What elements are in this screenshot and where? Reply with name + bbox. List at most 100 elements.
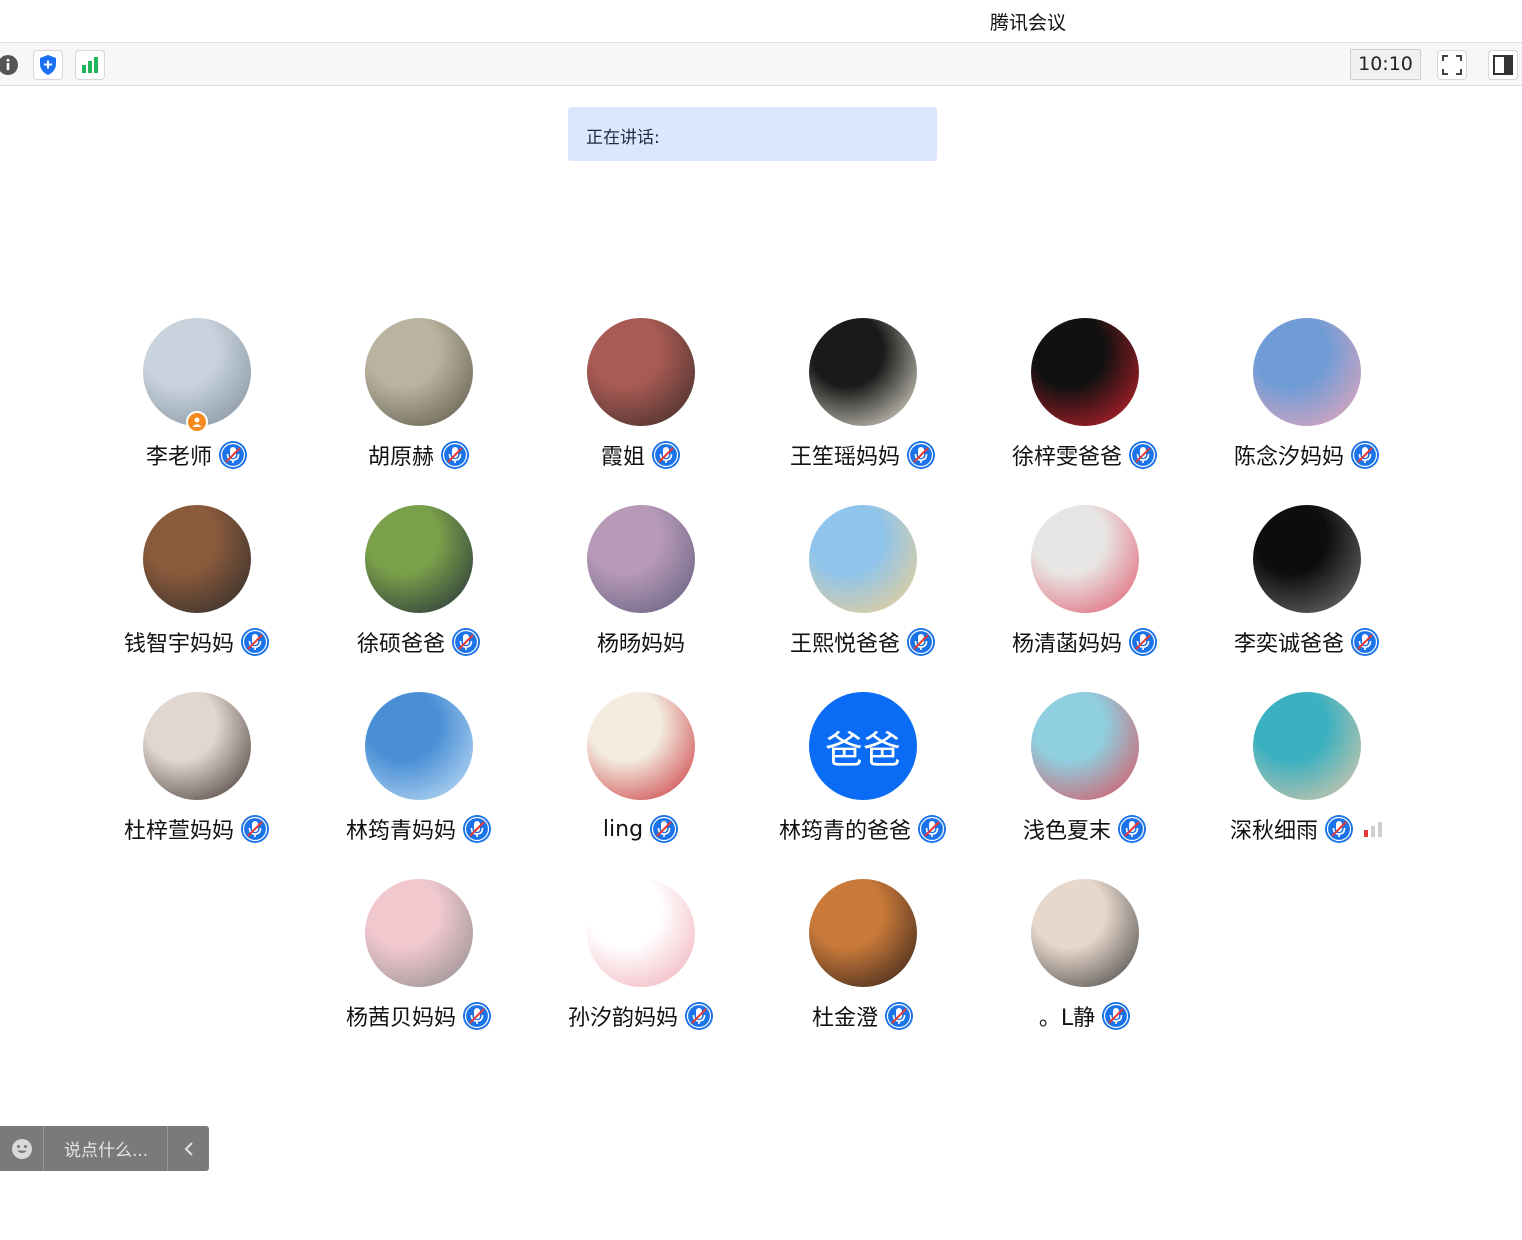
participant-grid: 李老师 胡原赫 霞姐 王笙瑶妈妈 徐梓雯爸爸 陈念汐妈妈 钱智宇妈妈 徐硕爸爸 … — [0, 0, 1522, 1240]
participant-name-row: 徐梓雯爸爸 — [974, 438, 1196, 472]
participant-name: 胡原赫 — [367, 445, 434, 470]
participant-name: 林筠青妈妈 — [345, 819, 456, 844]
mic-muted-icon — [1324, 814, 1354, 844]
avatar — [587, 879, 695, 987]
avatar — [1253, 318, 1361, 426]
avatar — [1031, 505, 1139, 613]
participant-name-row: 霞姐 — [530, 438, 752, 472]
participant-name: 。L静 — [1038, 1006, 1096, 1031]
participant-name-row: 杨清菡妈妈 — [974, 625, 1196, 659]
participant-tile[interactable]: 杜梓萱妈妈 — [86, 692, 308, 862]
participant-tile[interactable]: 林筠青妈妈 — [308, 692, 530, 862]
participant-tile[interactable]: 陈念汐妈妈 — [1196, 318, 1418, 488]
participant-name: 杜金澄 — [811, 1006, 878, 1031]
participant-name-row: 钱智宇妈妈 — [86, 625, 308, 659]
participant-name: 王笙瑶妈妈 — [789, 445, 900, 470]
host-icon — [186, 411, 208, 433]
mic-muted-icon — [649, 814, 679, 844]
participant-name: 杨旸妈妈 — [596, 632, 685, 657]
participant-name-row: 徐硕爸爸 — [308, 625, 530, 659]
participant-name: 徐梓雯爸爸 — [1011, 445, 1122, 470]
participant-tile[interactable]: 孙汐韵妈妈 — [530, 879, 752, 1049]
participant-tile[interactable]: 深秋细雨 — [1196, 692, 1418, 862]
mic-muted-icon — [651, 440, 681, 470]
avatar — [809, 505, 917, 613]
participant-tile[interactable]: 。L静 — [974, 879, 1196, 1049]
avatar: 爸爸 — [809, 692, 917, 800]
participant-name: 李奕诚爸爸 — [1233, 632, 1344, 657]
mic-muted-icon — [906, 440, 936, 470]
avatar — [809, 879, 917, 987]
mic-muted-icon — [884, 1001, 914, 1031]
participant-tile[interactable]: 杨清菡妈妈 — [974, 505, 1196, 675]
participant-name-row: 杨旸妈妈 — [530, 625, 752, 659]
participant-tile[interactable]: 徐硕爸爸 — [308, 505, 530, 675]
mic-muted-icon — [462, 814, 492, 844]
mic-muted-icon — [1128, 627, 1158, 657]
participant-name-row: ling — [530, 812, 752, 846]
participant-name-row: 深秋细雨 — [1196, 812, 1418, 846]
avatar — [587, 505, 695, 613]
avatar — [1031, 879, 1139, 987]
chat-input[interactable]: 说点什么... — [44, 1136, 167, 1161]
participant-name: 王熙悦爸爸 — [789, 632, 900, 657]
mic-muted-icon — [1117, 814, 1147, 844]
participant-tile[interactable]: 王笙瑶妈妈 — [752, 318, 974, 488]
mic-muted-icon — [1128, 440, 1158, 470]
mic-muted-icon — [1350, 440, 1380, 470]
participant-tile[interactable]: 徐梓雯爸爸 — [974, 318, 1196, 488]
participant-name-row: 林筠青妈妈 — [308, 812, 530, 846]
avatar — [365, 318, 473, 426]
mic-muted-icon — [1350, 627, 1380, 657]
avatar — [365, 879, 473, 987]
participant-tile[interactable]: 爸爸林筠青的爸爸 — [752, 692, 974, 862]
participant-tile[interactable]: 杨茜贝妈妈 — [308, 879, 530, 1049]
participant-name-row: 杜梓萱妈妈 — [86, 812, 308, 846]
avatar — [1031, 692, 1139, 800]
participant-tile[interactable]: 李老师 — [86, 318, 308, 488]
avatar — [1253, 505, 1361, 613]
participant-tile[interactable]: ling — [530, 692, 752, 862]
avatar — [587, 692, 695, 800]
avatar — [365, 505, 473, 613]
emoji-icon[interactable] — [0, 1126, 44, 1171]
participant-tile[interactable]: 钱智宇妈妈 — [86, 505, 308, 675]
participant-name: 浅色夏末 — [1022, 819, 1111, 844]
avatar — [809, 318, 917, 426]
participant-name: 霞姐 — [600, 445, 645, 470]
participant-name-row: 孙汐韵妈妈 — [530, 999, 752, 1033]
participant-name-row: 。L静 — [974, 999, 1196, 1033]
avatar — [1031, 318, 1139, 426]
avatar — [143, 505, 251, 613]
mic-muted-icon — [906, 627, 936, 657]
mic-muted-icon — [462, 1001, 492, 1031]
participant-name: 李老师 — [145, 445, 212, 470]
avatar — [143, 692, 251, 800]
avatar — [1253, 692, 1361, 800]
participant-name-row: 王熙悦爸爸 — [752, 625, 974, 659]
mic-muted-icon — [440, 440, 470, 470]
participant-name: 林筠青的爸爸 — [778, 819, 911, 844]
participant-name: 杜梓萱妈妈 — [123, 819, 234, 844]
participant-name-row: 林筠青的爸爸 — [752, 812, 974, 846]
participant-tile[interactable]: 杜金澄 — [752, 879, 974, 1049]
chevron-left-icon[interactable] — [167, 1126, 209, 1171]
mic-muted-icon — [240, 627, 270, 657]
participant-name-row: 李老师 — [86, 438, 308, 472]
participant-tile[interactable]: 霞姐 — [530, 318, 752, 488]
participant-name: 杨清菡妈妈 — [1011, 632, 1122, 657]
participant-name-row: 浅色夏末 — [974, 812, 1196, 846]
participant-name-row: 王笙瑶妈妈 — [752, 438, 974, 472]
chat-bar[interactable]: 说点什么... — [0, 1126, 209, 1171]
weak-signal-icon — [1362, 820, 1384, 838]
participant-tile[interactable]: 王熙悦爸爸 — [752, 505, 974, 675]
mic-muted-icon — [218, 440, 248, 470]
participant-tile[interactable]: 杨旸妈妈 — [530, 505, 752, 675]
mic-muted-icon — [451, 627, 481, 657]
participant-name-row: 杨茜贝妈妈 — [308, 999, 530, 1033]
participant-tile[interactable]: 浅色夏末 — [974, 692, 1196, 862]
participant-tile[interactable]: 胡原赫 — [308, 318, 530, 488]
participant-tile[interactable]: 李奕诚爸爸 — [1196, 505, 1418, 675]
avatar — [143, 318, 251, 426]
participant-name: 陈念汐妈妈 — [1233, 445, 1344, 470]
